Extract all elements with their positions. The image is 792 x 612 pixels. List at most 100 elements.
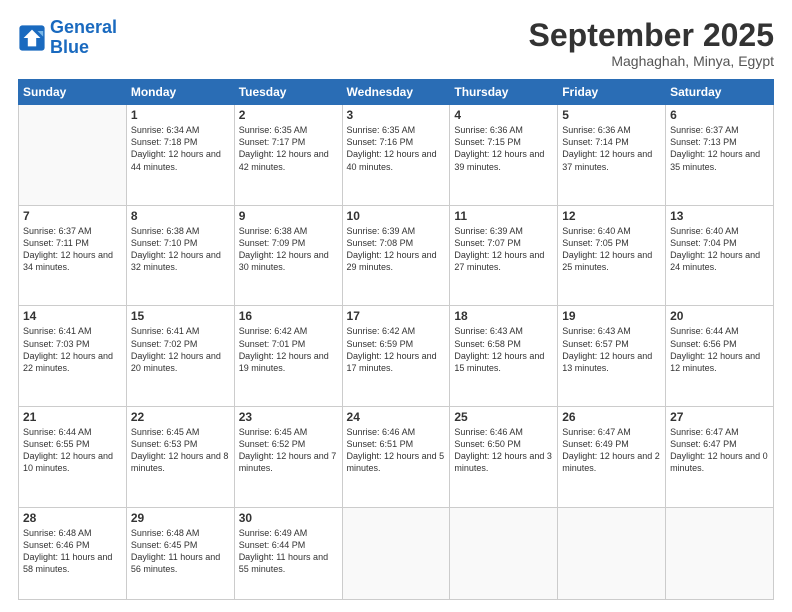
- calendar-cell: 23 Sunrise: 6:45 AMSunset: 6:52 PMDayligh…: [234, 407, 342, 508]
- calendar-cell: [666, 507, 774, 599]
- day-number: 9: [239, 209, 338, 223]
- calendar-week-row: 28 Sunrise: 6:48 AMSunset: 6:46 PMDayligh…: [19, 507, 774, 599]
- calendar-cell: 7 Sunrise: 6:37 AMSunset: 7:11 PMDaylight…: [19, 205, 127, 306]
- cell-info: Sunrise: 6:48 AMSunset: 6:46 PMDaylight:…: [23, 527, 122, 576]
- calendar-table: SundayMondayTuesdayWednesdayThursdayFrid…: [18, 79, 774, 600]
- day-number: 18: [454, 309, 553, 323]
- calendar-cell: [558, 507, 666, 599]
- calendar-cell: 26 Sunrise: 6:47 AMSunset: 6:49 PMDayligh…: [558, 407, 666, 508]
- day-number: 23: [239, 410, 338, 424]
- calendar-day-header: Saturday: [666, 80, 774, 105]
- day-number: 8: [131, 209, 230, 223]
- day-number: 2: [239, 108, 338, 122]
- logo-line1: General: [50, 17, 117, 37]
- logo: General Blue: [18, 18, 117, 58]
- day-number: 7: [23, 209, 122, 223]
- logo-text: General Blue: [50, 18, 117, 58]
- title-block: September 2025 Maghaghah, Minya, Egypt: [529, 18, 774, 69]
- cell-info: Sunrise: 6:40 AMSunset: 7:05 PMDaylight:…: [562, 225, 661, 274]
- calendar-week-row: 7 Sunrise: 6:37 AMSunset: 7:11 PMDaylight…: [19, 205, 774, 306]
- cell-info: Sunrise: 6:46 AMSunset: 6:51 PMDaylight:…: [347, 426, 446, 475]
- cell-info: Sunrise: 6:35 AMSunset: 7:17 PMDaylight:…: [239, 124, 338, 173]
- calendar-cell: 28 Sunrise: 6:48 AMSunset: 6:46 PMDayligh…: [19, 507, 127, 599]
- day-number: 19: [562, 309, 661, 323]
- calendar-cell: [450, 507, 558, 599]
- calendar-cell: 21 Sunrise: 6:44 AMSunset: 6:55 PMDayligh…: [19, 407, 127, 508]
- day-number: 6: [670, 108, 769, 122]
- day-number: 13: [670, 209, 769, 223]
- day-number: 20: [670, 309, 769, 323]
- day-number: 27: [670, 410, 769, 424]
- calendar-cell: 3 Sunrise: 6:35 AMSunset: 7:16 PMDaylight…: [342, 105, 450, 206]
- calendar-week-row: 1Sunrise: 6:34 AMSunset: 7:18 PMDaylight…: [19, 105, 774, 206]
- calendar-cell: [342, 507, 450, 599]
- calendar-header-row: SundayMondayTuesdayWednesdayThursdayFrid…: [19, 80, 774, 105]
- calendar-day-header: Tuesday: [234, 80, 342, 105]
- cell-info: Sunrise: 6:48 AMSunset: 6:45 PMDaylight:…: [131, 527, 230, 576]
- calendar-cell: 10Sunrise: 6:39 AMSunset: 7:08 PMDayligh…: [342, 205, 450, 306]
- cell-info: Sunrise: 6:43 AMSunset: 6:57 PMDaylight:…: [562, 325, 661, 374]
- page: General Blue September 2025 Maghaghah, M…: [0, 0, 792, 612]
- day-number: 4: [454, 108, 553, 122]
- cell-info: Sunrise: 6:44 AMSunset: 6:55 PMDaylight:…: [23, 426, 122, 475]
- calendar-cell: 4Sunrise: 6:36 AMSunset: 7:15 PMDaylight…: [450, 105, 558, 206]
- day-number: 22: [131, 410, 230, 424]
- day-number: 24: [347, 410, 446, 424]
- calendar-cell: 13Sunrise: 6:40 AMSunset: 7:04 PMDayligh…: [666, 205, 774, 306]
- cell-info: Sunrise: 6:47 AMSunset: 6:47 PMDaylight:…: [670, 426, 769, 475]
- calendar-cell: 5Sunrise: 6:36 AMSunset: 7:14 PMDaylight…: [558, 105, 666, 206]
- cell-info: Sunrise: 6:41 AMSunset: 7:02 PMDaylight:…: [131, 325, 230, 374]
- cell-info: Sunrise: 6:42 AMSunset: 6:59 PMDaylight:…: [347, 325, 446, 374]
- calendar-week-row: 14Sunrise: 6:41 AMSunset: 7:03 PMDayligh…: [19, 306, 774, 407]
- day-number: 17: [347, 309, 446, 323]
- calendar-cell: 25Sunrise: 6:46 AMSunset: 6:50 PMDayligh…: [450, 407, 558, 508]
- calendar-day-header: Wednesday: [342, 80, 450, 105]
- calendar-cell: 8 Sunrise: 6:38 AMSunset: 7:10 PMDaylight…: [126, 205, 234, 306]
- calendar-cell: 6 Sunrise: 6:37 AMSunset: 7:13 PMDaylight…: [666, 105, 774, 206]
- day-number: 15: [131, 309, 230, 323]
- calendar-cell: 14Sunrise: 6:41 AMSunset: 7:03 PMDayligh…: [19, 306, 127, 407]
- calendar-cell: 15 Sunrise: 6:41 AMSunset: 7:02 PMDayligh…: [126, 306, 234, 407]
- calendar-cell: 9 Sunrise: 6:38 AMSunset: 7:09 PMDaylight…: [234, 205, 342, 306]
- calendar-day-header: Monday: [126, 80, 234, 105]
- calendar-cell: 27 Sunrise: 6:47 AMSunset: 6:47 PMDayligh…: [666, 407, 774, 508]
- cell-info: Sunrise: 6:41 AMSunset: 7:03 PMDaylight:…: [23, 325, 122, 374]
- cell-info: Sunrise: 6:35 AMSunset: 7:16 PMDaylight:…: [347, 124, 446, 173]
- cell-info: Sunrise: 6:39 AMSunset: 7:08 PMDaylight:…: [347, 225, 446, 274]
- month-title: September 2025: [529, 18, 774, 53]
- cell-info: Sunrise: 6:37 AMSunset: 7:11 PMDaylight:…: [23, 225, 122, 274]
- calendar-cell: 29 Sunrise: 6:48 AMSunset: 6:45 PMDayligh…: [126, 507, 234, 599]
- calendar-cell: 12 Sunrise: 6:40 AMSunset: 7:05 PMDayligh…: [558, 205, 666, 306]
- day-number: 21: [23, 410, 122, 424]
- calendar-cell: 1Sunrise: 6:34 AMSunset: 7:18 PMDaylight…: [126, 105, 234, 206]
- calendar-day-header: Friday: [558, 80, 666, 105]
- cell-info: Sunrise: 6:38 AMSunset: 7:10 PMDaylight:…: [131, 225, 230, 274]
- calendar-cell: 2 Sunrise: 6:35 AMSunset: 7:17 PMDaylight…: [234, 105, 342, 206]
- day-number: 25: [454, 410, 553, 424]
- cell-info: Sunrise: 6:43 AMSunset: 6:58 PMDaylight:…: [454, 325, 553, 374]
- calendar-week-row: 21 Sunrise: 6:44 AMSunset: 6:55 PMDayligh…: [19, 407, 774, 508]
- cell-info: Sunrise: 6:37 AMSunset: 7:13 PMDaylight:…: [670, 124, 769, 173]
- calendar-day-header: Sunday: [19, 80, 127, 105]
- calendar-cell: 16 Sunrise: 6:42 AMSunset: 7:01 PMDayligh…: [234, 306, 342, 407]
- calendar-cell: 18 Sunrise: 6:43 AMSunset: 6:58 PMDayligh…: [450, 306, 558, 407]
- day-number: 29: [131, 511, 230, 525]
- day-number: 1: [131, 108, 230, 122]
- calendar-cell: 11 Sunrise: 6:39 AMSunset: 7:07 PMDayligh…: [450, 205, 558, 306]
- cell-info: Sunrise: 6:38 AMSunset: 7:09 PMDaylight:…: [239, 225, 338, 274]
- day-number: 5: [562, 108, 661, 122]
- day-number: 28: [23, 511, 122, 525]
- cell-info: Sunrise: 6:42 AMSunset: 7:01 PMDaylight:…: [239, 325, 338, 374]
- cell-info: Sunrise: 6:45 AMSunset: 6:52 PMDaylight:…: [239, 426, 338, 475]
- day-number: 16: [239, 309, 338, 323]
- day-number: 26: [562, 410, 661, 424]
- location: Maghaghah, Minya, Egypt: [529, 53, 774, 69]
- calendar-cell: 19 Sunrise: 6:43 AMSunset: 6:57 PMDayligh…: [558, 306, 666, 407]
- cell-info: Sunrise: 6:44 AMSunset: 6:56 PMDaylight:…: [670, 325, 769, 374]
- day-number: 12: [562, 209, 661, 223]
- calendar-day-header: Thursday: [450, 80, 558, 105]
- cell-info: Sunrise: 6:39 AMSunset: 7:07 PMDaylight:…: [454, 225, 553, 274]
- day-number: 11: [454, 209, 553, 223]
- day-number: 3: [347, 108, 446, 122]
- cell-info: Sunrise: 6:47 AMSunset: 6:49 PMDaylight:…: [562, 426, 661, 475]
